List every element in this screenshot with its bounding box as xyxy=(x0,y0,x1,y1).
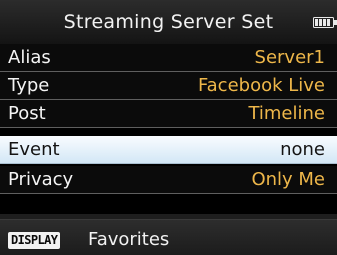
menu-footer: DISPLAY Favorites xyxy=(0,219,337,255)
menu-item-value: Facebook Live xyxy=(197,75,325,96)
menu-item-value: Server1 xyxy=(254,47,325,68)
menu-item-value: Only Me xyxy=(251,169,325,190)
menu-item-label: Type xyxy=(8,75,50,96)
menu-item-post[interactable]: Post Timeline xyxy=(0,100,337,128)
menu-item-label: Privacy xyxy=(8,169,74,190)
display-key-badge[interactable]: DISPLAY xyxy=(8,232,61,249)
battery-icon xyxy=(313,17,337,28)
menu-item-privacy[interactable]: Privacy Only Me xyxy=(0,166,337,194)
favorites-action-label: Favorites xyxy=(88,229,170,250)
menu-item-value: none xyxy=(280,139,325,160)
menu-header: Streaming Server Set xyxy=(0,0,337,44)
menu-item-value: Timeline xyxy=(248,103,325,124)
camera-menu-screen: Streaming Server Set Alias Server1 Type … xyxy=(0,0,337,255)
menu-title: Streaming Server Set xyxy=(63,11,274,33)
settings-list: Alias Server1 Type Facebook Live Post Ti… xyxy=(0,44,337,214)
menu-item-type[interactable]: Type Facebook Live xyxy=(0,72,337,100)
menu-item-label: Alias xyxy=(8,47,51,68)
menu-item-event[interactable]: Event none xyxy=(0,136,337,164)
menu-item-label: Post xyxy=(8,103,46,124)
menu-item-alias[interactable]: Alias Server1 xyxy=(0,44,337,72)
menu-item-label: Event xyxy=(8,139,60,160)
